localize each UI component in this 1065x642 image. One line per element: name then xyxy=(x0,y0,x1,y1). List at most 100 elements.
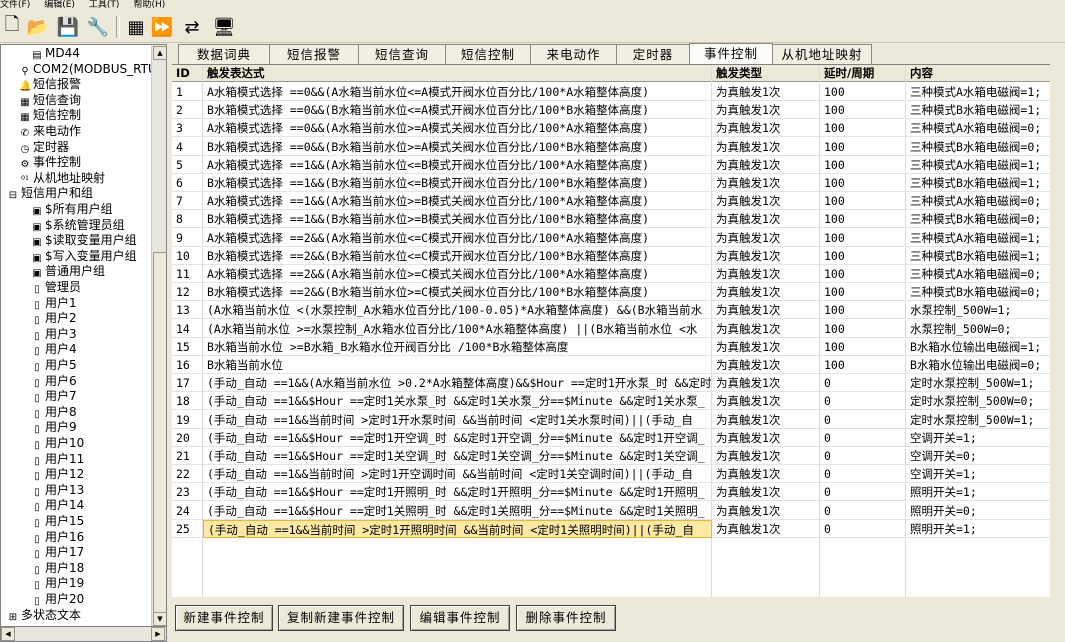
tree-item[interactable]: ▯ 用户17 xyxy=(31,545,84,560)
tree-item[interactable]: ▯ 用户16 xyxy=(31,530,84,545)
scroll-right-button[interactable]: ▶ xyxy=(151,627,165,641)
tab-5[interactable]: 来电动作 xyxy=(530,44,617,64)
menu-item[interactable]: 编辑(E) xyxy=(44,0,75,10)
tree-item[interactable]: ▯ 用户10 xyxy=(31,436,84,451)
scroll-up-button[interactable]: ▲ xyxy=(153,46,166,60)
tree-item[interactable]: ▯ 用户14 xyxy=(31,498,84,513)
scroll-left-button[interactable]: ◀ xyxy=(1,627,15,641)
table-row[interactable]: 6 B水箱模式选择 ==1&&(B水箱当前水位<=B模式开阀水位百分比/100*B… xyxy=(172,174,1065,192)
tree-item[interactable]: ▯ 用户6 xyxy=(31,374,76,389)
column-header-content[interactable]: 内容 xyxy=(906,65,1065,82)
table-row[interactable]: 20 (手动_自动 ==1&&$Hour ==定时1开空调_时 &&定时1开空调_… xyxy=(172,429,1065,447)
tab-1[interactable]: 数据词典 xyxy=(178,44,270,64)
table-row[interactable]: 8 B水箱模式选择 ==1&&(B水箱当前水位>=B模式关阀水位百分比/100*B… xyxy=(172,210,1065,229)
tree-item[interactable]: ▣ 普通用户组 xyxy=(31,264,105,279)
table-row[interactable]: 18 (手动_自动 ==1&&$Hour ==定时1关水泵_时 &&定时1关水泵_… xyxy=(172,392,1065,411)
cell-content: 照明开关=0; xyxy=(906,502,1065,520)
table-row[interactable]: 1 A水箱模式选择 ==0&&(A水箱当前水位<=A模式开阀水位百分比/100*A… xyxy=(172,83,1065,101)
column-header-expr[interactable]: 触发表达式 xyxy=(203,65,712,82)
tree-item[interactable]: ⚲ COM2(MODBUS_RTU_SE xyxy=(19,62,166,77)
table-row[interactable]: 22 (手动_自动 ==1&&当前时间 >定时1开空调时间 &&当前时间 <定时1… xyxy=(172,465,1065,484)
tree-item[interactable]: ▯ 管理员 xyxy=(31,280,81,295)
new-icon[interactable]: 🗋 xyxy=(0,14,24,39)
menu-item[interactable]: 文件(F) xyxy=(0,0,30,10)
menu-item[interactable]: 帮助(H) xyxy=(133,0,165,10)
scroll-thumb[interactable] xyxy=(153,252,166,614)
tree-vertical-scrollbar[interactable]: ▲ ▼ xyxy=(151,45,166,627)
tree-item[interactable]: ✆ 来电动作 xyxy=(19,124,81,139)
table-row[interactable]: 11 A水箱模式选择 ==2&&(A水箱当前水位>=C模式关阀水位百分比/100*… xyxy=(172,265,1065,283)
table-row[interactable]: 21 (手动_自动 ==1&&$Hour ==定时1关空调_时 &&定时1关空调_… xyxy=(172,447,1065,465)
tree-item[interactable]: ▯ 用户3 xyxy=(31,327,76,342)
table-row[interactable]: 14 (A水箱当前水位 >=水泵控制_A水箱水位百分比/100*A水箱整体高度) … xyxy=(172,320,1065,338)
tree-item[interactable]: ▯ 用户15 xyxy=(31,514,84,529)
table-row[interactable]: 13 (A水箱当前水位 <(水泵控制_A水箱水位百分比/100-0.05)*A水箱… xyxy=(172,301,1065,320)
tree-item[interactable]: ⁰¹ 从机地址映射 xyxy=(19,171,105,186)
copy-new-event-control-button[interactable]: 复制新建事件控制 xyxy=(278,605,404,631)
table-row[interactable]: 16 B水箱当前水位 为真触发1次 100 B水箱水位输出电磁阀=0; xyxy=(172,356,1065,374)
tree-item[interactable]: ▯ 用户5 xyxy=(31,358,76,373)
table-row[interactable]: 2 B水箱模式选择 ==0&&(B水箱当前水位<=A模式开阀水位百分比/100*B… xyxy=(172,101,1065,120)
table-row[interactable]: 3 A水箱模式选择 ==0&&(A水箱当前水位>=A模式关阀水位百分比/100*A… xyxy=(172,119,1065,138)
tab-4[interactable]: 短信控制 xyxy=(445,44,531,64)
tree-item[interactable]: ▯ 用户9 xyxy=(31,420,76,435)
tree-item[interactable]: ⊞ 多状态文本 xyxy=(7,608,81,623)
tree-item[interactable]: ⊟ 短信用户和组 xyxy=(7,186,93,201)
tab-7[interactable]: 事件控制 xyxy=(689,43,773,65)
tree-item[interactable]: ▯ 用户11 xyxy=(31,452,84,467)
table-row[interactable]: 25 (手动_自动 ==1&&当前时间 >定时1开照明时间 &&当前时间 <定时1… xyxy=(172,519,1065,538)
table-row[interactable]: 9 A水箱模式选择 ==2&&(A水箱当前水位<=C模式开阀水位百分比/100*A… xyxy=(172,229,1065,247)
open-folder-icon[interactable]: 📂 xyxy=(26,15,50,39)
tree-item[interactable]: ▯ 用户4 xyxy=(31,342,76,357)
tree-item[interactable]: ▣ $系统管理员组 xyxy=(31,218,124,233)
tab-6[interactable]: 定时器 xyxy=(616,44,690,64)
tree-item[interactable]: 🔔 短信报警 xyxy=(19,77,81,92)
grid-icon[interactable]: ▦ xyxy=(124,15,148,39)
tree-item[interactable]: ▣ $写入变量用户组 xyxy=(31,249,136,264)
navigation-tree[interactable]: ⊞ 多状态文本 ▯ 用户20 ▯ 用户19 ▯ 用户18 ▯ 用户17 ▯ 用户16 ▯ 用户15 ▯ 用户1… xyxy=(0,44,167,628)
tab-3[interactable]: 短信查询 xyxy=(358,44,446,64)
tree-item[interactable]: ⚙ 事件控制 xyxy=(19,155,82,170)
save-icon[interactable]: 💾 xyxy=(56,15,80,39)
tab-2[interactable]: 短信报警 xyxy=(269,44,359,64)
tree-item[interactable]: ▯ 用户7 xyxy=(31,389,76,404)
edit-event-control-button[interactable]: 编辑事件控制 xyxy=(410,605,510,631)
tree-item[interactable]: ▯ 用户20 xyxy=(31,592,84,607)
tree-item[interactable]: ▯ 用户8 xyxy=(31,405,76,420)
column-header-delay[interactable]: 延时/周期 xyxy=(820,65,906,82)
table-row[interactable]: 17 (手动_自动 ==1&&(A水箱当前水位 >0.2*A水箱整体高度)&&$H… xyxy=(172,374,1065,393)
monitor-icon[interactable]: 🖥 xyxy=(212,15,236,39)
tree-item[interactable]: ◷ 定时器 xyxy=(19,140,69,155)
tree-item[interactable]: ▦ 短信控制 xyxy=(19,108,81,123)
table-row[interactable]: 15 B水箱当前水位 >=B水箱_B水箱水位开阀百分比 /100*B水箱整体高度为… xyxy=(172,338,1065,356)
run-icon[interactable]: ⏩ xyxy=(150,15,174,39)
column-header-type[interactable]: 触发类型 xyxy=(712,65,820,82)
table-row[interactable]: 23 (手动_自动 ==1&&$Hour ==定时1开照明_时 &&定时1开照明_… xyxy=(172,483,1065,502)
tree-item[interactable]: ▤ MD44 xyxy=(31,46,80,61)
scroll-down-button[interactable]: ▼ xyxy=(153,612,166,626)
delete-event-control-button[interactable]: 删除事件控制 xyxy=(516,605,616,631)
tree-item[interactable]: ▯ 用户2 xyxy=(31,311,76,326)
table-row[interactable]: 7 A水箱模式选择 ==1&&(A水箱当前水位>=B模式关阀水位百分比/100*A… xyxy=(172,192,1065,211)
table-row[interactable]: 12 B水箱模式选择 ==2&&(B水箱当前水位>=C模式关阀水位百分比/100*… xyxy=(172,283,1065,302)
table-row[interactable]: 19 (手动_自动 ==1&&当前时间 >定时1开水泵时间 &&当前时间 <定时1… xyxy=(172,411,1065,429)
tree-item[interactable]: ▯ 用户12 xyxy=(31,467,84,482)
tree-item[interactable]: ▯ 用户19 xyxy=(31,576,84,591)
column-header-id[interactable]: ID xyxy=(172,65,203,82)
table-right-scrollbar[interactable] xyxy=(1050,64,1065,597)
table-row[interactable]: 4 B水箱模式选择 ==0&&(B水箱当前水位>=A模式关阀水位百分比/100*B… xyxy=(172,138,1065,156)
table-row[interactable]: 5 A水箱模式选择 ==1&&(A水箱当前水位<=B模式开阀水位百分比/100*A… xyxy=(172,156,1065,174)
wrench-icon[interactable]: 🔧 xyxy=(86,15,110,39)
tree-item[interactable]: ▦ 短信查询 xyxy=(19,93,81,108)
table-row[interactable]: 10 B水箱模式选择 ==2&&(B水箱当前水位<=C模式开阀水位百分比/100*… xyxy=(172,247,1065,265)
transfer-icon[interactable]: ⇄ xyxy=(180,15,204,39)
table-row[interactable]: 24 (手动_自动 ==1&&$Hour ==定时1关照明_时 &&定时1关照明_… xyxy=(172,502,1065,520)
tree-item[interactable]: ▯ 用户13 xyxy=(31,483,84,498)
tree-item[interactable]: ▯ 用户1 xyxy=(31,296,76,311)
menu-item[interactable]: 工具(T) xyxy=(89,0,120,10)
tree-item[interactable]: ▣ $所有用户组 xyxy=(31,202,112,217)
tree-item[interactable]: ▣ $读取变量用户组 xyxy=(31,233,136,248)
new-event-control-button[interactable]: 新建事件控制 xyxy=(175,605,273,631)
tab-8[interactable]: 从机地址映射 xyxy=(772,44,872,64)
tree-item[interactable]: ▯ 用户18 xyxy=(31,561,84,576)
